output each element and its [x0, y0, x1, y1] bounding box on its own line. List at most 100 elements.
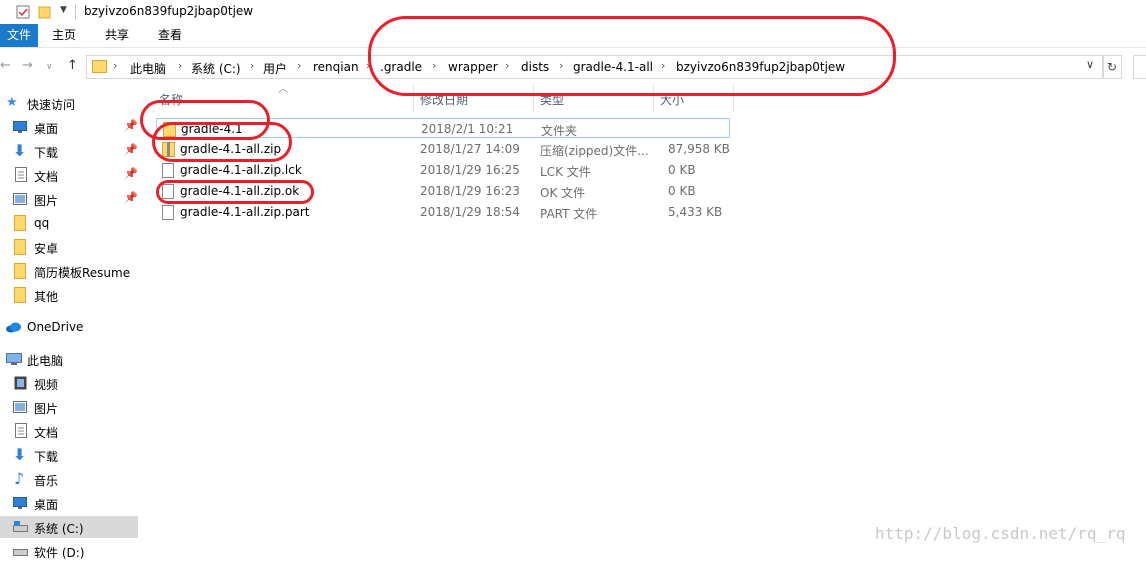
navigation-pane: ★ 快速访问 桌面 📌 ⬇ 下载 📌 文档 📌 图片 📌 qq 安卓 简历模板R…: [0, 88, 140, 560]
breadcrumb-separator-icon[interactable]: ›: [297, 59, 301, 72]
back-icon[interactable]: ←: [0, 58, 11, 73]
sidebar-item-label: 视频: [34, 378, 59, 392]
table-row[interactable]: gradle-4.1-all.zip.lck 2018/1/29 16:25 L…: [156, 160, 730, 180]
sidebar-item-onedrive[interactable]: OneDrive: [0, 316, 138, 338]
file-icon: [162, 205, 174, 220]
sort-ascending-icon: ︿: [278, 84, 288, 95]
sidebar-item-label: 桌面: [34, 122, 59, 136]
pin-icon[interactable]: 📌: [124, 191, 138, 204]
sidebar-item-pictures-pc[interactable]: 图片: [0, 396, 138, 418]
file-size: 5,433 KB: [668, 205, 723, 219]
search-box[interactable]: [1133, 55, 1146, 79]
breadcrumb-this-pc[interactable]: 此电脑: [130, 60, 166, 77]
download-icon: ⬇: [13, 445, 27, 464]
sidebar-item-android[interactable]: 安卓: [0, 236, 138, 258]
annotation-circle: [368, 16, 896, 96]
sidebar-item-label: 图片: [34, 194, 59, 208]
tab-view[interactable]: 查看: [150, 24, 190, 47]
sidebar-item-drive-c[interactable]: 系统 (C:): [0, 516, 138, 538]
file-date: 2018/1/29 16:23: [420, 184, 520, 198]
desktop-icon: [13, 497, 27, 509]
folder-icon: [14, 263, 26, 279]
annotation-circle: [152, 122, 292, 162]
sidebar-item-downloads-pc[interactable]: ⬇ 下载: [0, 444, 138, 466]
folder-icon: [14, 287, 26, 303]
file-type: LCK 文件: [540, 165, 591, 179]
file-size: 0 KB: [668, 184, 696, 198]
tab-file[interactable]: 文件: [0, 24, 38, 47]
file-type: 压缩(zipped)文件...: [540, 144, 649, 158]
tab-share[interactable]: 共享: [97, 24, 137, 47]
file-type: PART 文件: [540, 207, 598, 221]
address-dropdown-icon[interactable]: ∨: [1086, 58, 1094, 71]
sidebar-item-desktop-pc[interactable]: 桌面: [0, 492, 138, 514]
sidebar-item-music[interactable]: ♪ 音乐: [0, 468, 138, 490]
sidebar-item-other[interactable]: 其他: [0, 284, 138, 306]
sidebar-item-label: 桌面: [34, 498, 59, 512]
video-icon: [14, 376, 27, 390]
file-size: 0 KB: [668, 163, 696, 177]
folder-icon: [14, 239, 26, 255]
cloud-icon: [6, 322, 21, 333]
sidebar-item-pictures[interactable]: 图片 📌: [0, 188, 138, 210]
file-date: 2018/1/29 16:25: [420, 163, 520, 177]
pin-icon[interactable]: 📌: [124, 119, 138, 132]
sidebar-item-label: 系统 (C:): [34, 522, 84, 536]
music-icon: ♪: [14, 469, 25, 488]
up-icon[interactable]: ↑: [67, 58, 78, 73]
sidebar-item-quick-access[interactable]: ★ 快速访问: [0, 92, 138, 114]
file-size: 87,958 KB: [668, 142, 730, 156]
sidebar-item-resume[interactable]: 简历模板Resume: [0, 260, 138, 282]
window-title: bzyivzo6n839fup2jbap0tjew: [84, 4, 254, 18]
tab-home[interactable]: 主页: [44, 24, 84, 47]
file-date: 2018/1/27 14:09: [420, 142, 520, 156]
annotation-circle: [156, 180, 314, 204]
download-icon: ⬇: [13, 141, 27, 160]
sidebar-item-documents-pc[interactable]: 文档: [0, 420, 138, 442]
computer-icon: [6, 353, 22, 365]
pin-icon[interactable]: 📌: [124, 167, 138, 180]
folder-icon: [14, 215, 26, 231]
sidebar-item-downloads[interactable]: ⬇ 下载 📌: [0, 140, 138, 162]
sidebar-item-qq[interactable]: qq: [0, 212, 138, 234]
breadcrumb-renqian[interactable]: renqian: [313, 60, 359, 74]
file-icon: [162, 163, 174, 178]
document-icon: [15, 423, 27, 438]
breadcrumb-separator-icon[interactable]: ›: [113, 59, 117, 72]
file-name: gradle-4.1-all.zip.part: [180, 205, 310, 219]
pin-icon[interactable]: 📌: [124, 143, 138, 156]
star-icon: ★: [6, 95, 18, 110]
file-name: gradle-4.1-all.zip.lck: [180, 163, 302, 177]
sidebar-item-label: 下载: [34, 146, 59, 160]
properties-icon[interactable]: [16, 5, 30, 19]
forward-icon[interactable]: →: [22, 58, 33, 73]
breadcrumb-separator-icon[interactable]: ›: [178, 59, 182, 72]
sidebar-item-drive-d[interactable]: 软件 (D:): [0, 540, 138, 562]
sidebar-item-label: 下载: [34, 450, 59, 464]
sidebar-item-label: qq: [34, 216, 50, 230]
new-folder-icon[interactable]: [38, 5, 52, 19]
sidebar-item-label: OneDrive: [27, 320, 84, 334]
picture-icon: [13, 193, 27, 205]
sidebar-item-label: 其他: [34, 290, 59, 304]
file-type: 文件夹: [541, 124, 578, 138]
sidebar-item-videos[interactable]: 视频: [0, 372, 138, 394]
sidebar-item-label: 安卓: [34, 242, 59, 256]
sidebar-item-documents[interactable]: 文档 📌: [0, 164, 138, 186]
sidebar-item-this-pc[interactable]: 此电脑: [0, 348, 138, 370]
drive-icon: [13, 549, 28, 556]
breadcrumb-drive-c[interactable]: 系统 (C:): [191, 60, 241, 77]
refresh-icon[interactable]: ↻: [1102, 55, 1122, 79]
watermark: http://blog.csdn.net/rq_rq: [875, 524, 1126, 543]
file-date: 2018/2/1 10:21: [421, 122, 514, 136]
recent-locations-icon[interactable]: ∨: [46, 62, 53, 72]
customize-quick-access-icon[interactable]: ▼: [60, 5, 67, 15]
sidebar-item-desktop[interactable]: 桌面 📌: [0, 116, 138, 138]
sidebar-item-label: 文档: [34, 426, 59, 440]
sidebar-item-label: 简历模板Resume: [34, 266, 131, 280]
breadcrumb-users[interactable]: 用户: [263, 60, 287, 77]
breadcrumb-separator-icon[interactable]: ›: [250, 59, 254, 72]
table-row[interactable]: gradle-4.1-all.zip.part 2018/1/29 18:54 …: [156, 202, 730, 222]
sidebar-item-label: 文档: [34, 170, 59, 184]
document-icon: [15, 167, 27, 182]
